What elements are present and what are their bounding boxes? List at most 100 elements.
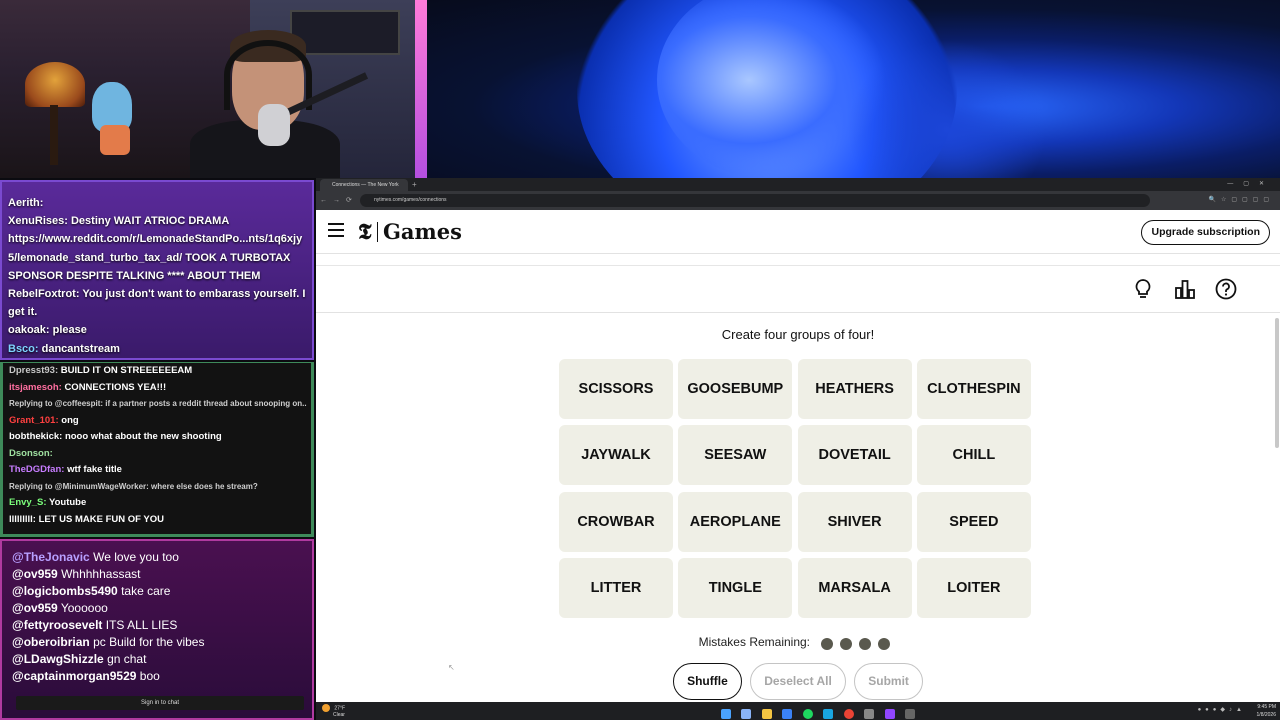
chrome-icon[interactable]: [843, 709, 854, 719]
menu-icon[interactable]: [328, 223, 344, 237]
mistakes-remaining: Mistakes Remaining:: [316, 635, 1280, 650]
nav-arrows-icon[interactable]: ←→⟳: [320, 191, 358, 210]
word-tile[interactable]: HEATHERS: [797, 359, 912, 419]
word-tile[interactable]: GOOSEBUMP: [678, 359, 793, 419]
clock-date: 1/8/2026: [1256, 712, 1276, 718]
submit-button[interactable]: Submit: [854, 663, 923, 700]
chat-message: https://www.reddit.com/r/LemonadeStandPo…: [8, 230, 308, 248]
word-tile[interactable]: SCISSORS: [559, 359, 673, 419]
chat-username[interactable]: TheDGDfan:: [9, 464, 64, 475]
chat-username[interactable]: Aerith:: [8, 197, 43, 209]
chat-text: CONNECTIONS YEA!!!: [64, 381, 167, 393]
chat-username[interactable]: Dsonson:: [9, 448, 53, 459]
chat-username[interactable]: Envy_S:: [9, 497, 47, 508]
word-tile[interactable]: TINGLE: [678, 558, 793, 619]
chat-username[interactable]: @logicbombs5490: [12, 584, 118, 598]
chat-username[interactable]: @ov959: [12, 567, 58, 581]
chat-message: itsjamesoh: CONNECTIONS YEA!!!: [9, 380, 307, 397]
extension-icons[interactable]: 🔍☆▢▢▢▢: [1208, 191, 1274, 210]
url-field[interactable]: nytimes.com/games/connections: [360, 194, 1150, 207]
chat-username[interactable]: @captainmorgan9529: [12, 669, 136, 683]
chat-text: Whhhhhassast: [61, 567, 141, 581]
chat-username[interactable]: Dpresst93:: [9, 365, 58, 376]
word-tile[interactable]: CHILL: [916, 425, 1031, 486]
chat-message: @captainmorgan9529 boo: [12, 668, 308, 685]
chat-text: ong: [61, 414, 79, 426]
chat-message: @logicbombs5490 take care: [12, 583, 308, 600]
chat-username[interactable]: @LDawgShizzle: [12, 652, 104, 666]
chat-list: Dpresst93: BUILD IT ON STREEEEEEAM itsjam…: [9, 363, 307, 528]
start-windows-icon[interactable]: [721, 709, 731, 719]
page-scrollbar[interactable]: [1275, 318, 1279, 448]
word-tile[interactable]: MARSALA: [797, 558, 912, 619]
chat-username[interactable]: @ov959: [12, 601, 58, 615]
word-tile[interactable]: SPEED: [916, 491, 1031, 552]
browser-tab[interactable]: Connections — The New York: [320, 179, 408, 191]
settings-gear-icon[interactable]: [864, 709, 875, 719]
system-tray-icons[interactable]: ●●●◆♪▲: [1198, 706, 1246, 713]
obs-icon[interactable]: [884, 709, 895, 719]
logo-divider: [377, 222, 378, 242]
chat-username[interactable]: itsjamesoh:: [9, 382, 62, 393]
word-tile[interactable]: SHIVER: [797, 491, 912, 552]
clock[interactable]: 9:45 PM 1/8/2026: [1257, 703, 1276, 719]
stats-chart-icon[interactable]: [1174, 278, 1196, 300]
chat-username[interactable]: RebelFoxtrot:: [8, 288, 80, 300]
word-tile[interactable]: CROWBAR: [559, 491, 673, 552]
word-tile[interactable]: LOITER: [916, 558, 1031, 619]
chat-message: @ov959 Yoooooo: [12, 600, 308, 617]
headset: [224, 40, 312, 110]
chat-message: XenuRises: Destiny WAIT ATRIOC DRAMA: [8, 212, 308, 230]
chat-username[interactable]: XenuRises:: [8, 215, 68, 227]
chat-username[interactable]: Grant_101:: [9, 415, 59, 426]
word-tile[interactable]: DOVETAIL: [797, 425, 912, 486]
chat-username[interactable]: @oberoibrian: [12, 635, 90, 649]
sign-in-to-chat-button[interactable]: Sign in to chat: [16, 696, 304, 710]
chat-message: bobthekick: nooo what about the new shoo…: [9, 429, 307, 446]
deselect-all-button[interactable]: Deselect All: [750, 663, 846, 700]
window-controls[interactable]: —▢✕: [1227, 178, 1274, 191]
games-logo-text[interactable]: Games: [383, 219, 462, 244]
chat-text: wtf fake title: [67, 464, 122, 475]
app-icon[interactable]: [905, 709, 916, 719]
word-tile[interactable]: JAYWALK: [559, 425, 673, 486]
shuffle-button[interactable]: Shuffle: [673, 663, 742, 700]
chat-message: TheDGDfan: wtf fake title: [9, 462, 307, 479]
word-tile[interactable]: AEROPLANE: [678, 491, 793, 552]
chat-username[interactable]: @fettyroosevelt: [12, 618, 102, 632]
chat-username[interactable]: bobthekick:: [9, 431, 62, 442]
chat-username[interactable]: lllllllll:: [9, 514, 36, 525]
chat-list: @TheJonavic We love you too @ov959 Whhhhh…: [12, 549, 308, 685]
nyt-t-logo-icon[interactable]: 𝕿: [358, 219, 372, 245]
mistake-dot: [878, 637, 891, 650]
chat-message: @fettyroosevelt ITS ALL LIES: [12, 617, 308, 634]
chat-text: take care: [121, 584, 171, 598]
edge-icon[interactable]: [823, 709, 834, 719]
chat-username[interactable]: Bsco:: [8, 343, 39, 355]
chat-text: SPONSOR DESPITE TALKING **** ABOUT THEM: [8, 269, 261, 282]
microphone: [258, 104, 290, 146]
lightbulb-hint-icon[interactable]: [1132, 278, 1154, 300]
chat-message: Dpresst93: BUILD IT ON STREEEEEEAM: [9, 363, 307, 380]
app-icon[interactable]: [782, 709, 793, 719]
chat-message: Dsonson:: [9, 446, 307, 463]
chat-username[interactable]: @TheJonavic: [12, 550, 90, 564]
chat-message: @LDawgShizzle gn chat: [12, 651, 308, 668]
spotify-icon[interactable]: [802, 709, 813, 719]
help-question-icon[interactable]: [1215, 278, 1237, 300]
word-tile[interactable]: LITTER: [559, 558, 673, 619]
weather-widget[interactable]: 27°F Clear: [322, 704, 345, 719]
search-icon[interactable]: [741, 709, 752, 719]
chat-message: 5/lemonade_stand_turbo_tax_ad/ TOOK A TU…: [8, 249, 308, 267]
mouse-cursor-icon: ↖: [448, 663, 455, 672]
mistake-dot: [840, 637, 853, 650]
word-tile[interactable]: SEESAW: [678, 425, 793, 486]
upgrade-subscription-button[interactable]: Upgrade subscription: [1141, 220, 1270, 245]
chat-message: oakoak: please: [8, 321, 308, 339]
chat-message: SPONSOR DESPITE TALKING **** ABOUT THEM: [8, 267, 308, 285]
chat-username[interactable]: oakoak:: [8, 324, 50, 336]
file-explorer-icon[interactable]: [761, 709, 772, 719]
chat-panel-top: Aerith: XenuRises: Destiny WAIT ATRIOC D…: [0, 180, 314, 360]
new-tab-icon[interactable]: +: [412, 178, 417, 191]
word-tile[interactable]: CLOTHESPIN: [916, 359, 1031, 419]
